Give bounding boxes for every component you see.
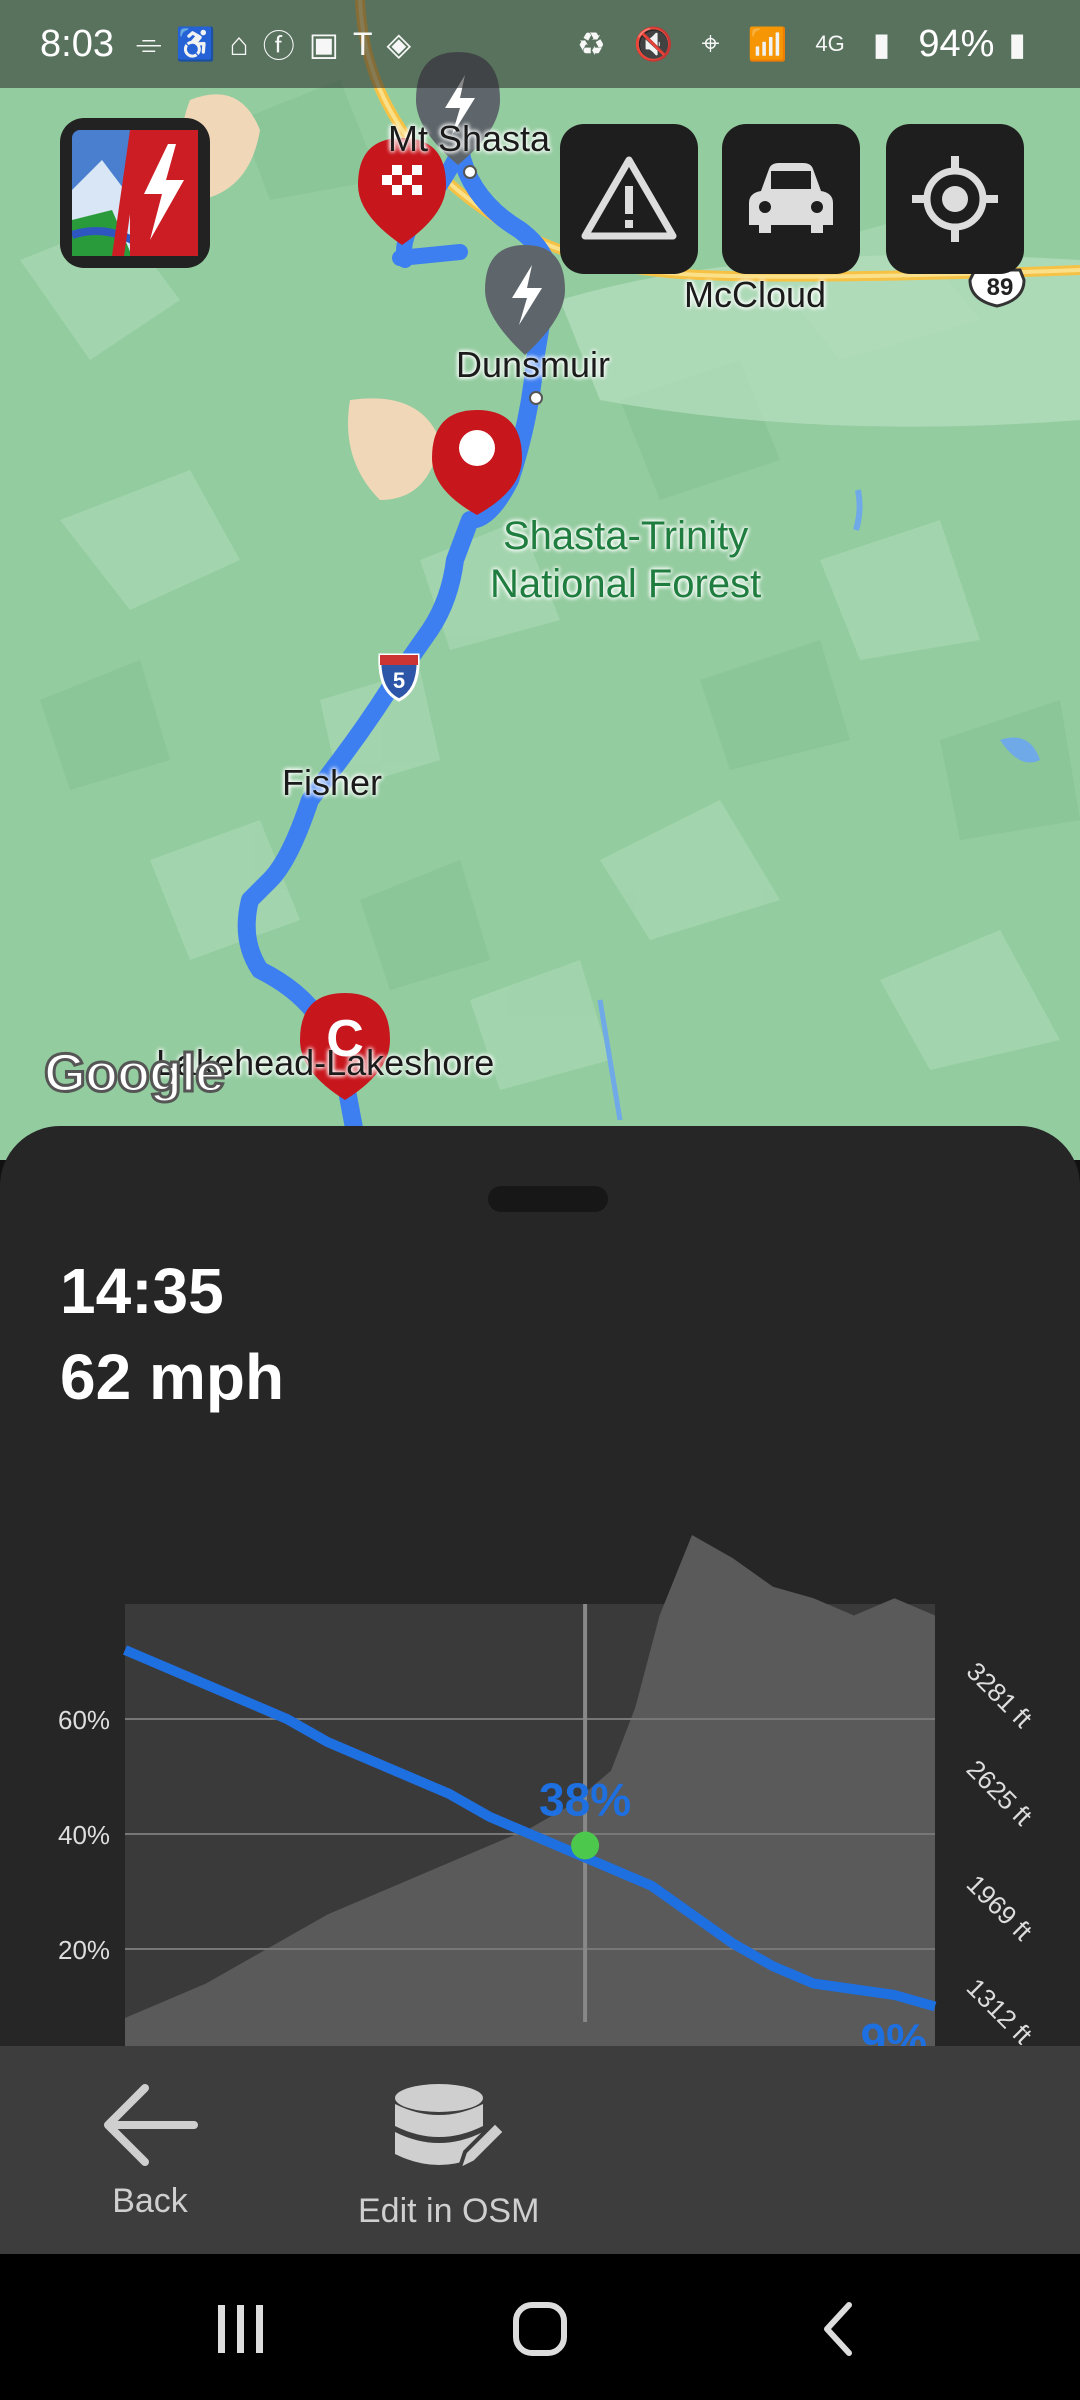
hwy-89-label: 89 bbox=[986, 274, 1014, 301]
eta-time: 14:35 bbox=[60, 1255, 224, 1327]
home-icon: ⌂ bbox=[229, 25, 249, 62]
system-back-button[interactable] bbox=[800, 2294, 880, 2364]
edit-in-osm-button[interactable]: Edit in OSM bbox=[358, 2080, 539, 2231]
recent-apps-icon bbox=[218, 2305, 263, 2353]
y-right-tick-label: 2625 ft bbox=[961, 1754, 1039, 1832]
voicemail-icon: ⌯ bbox=[135, 25, 162, 61]
map-label-mt-shasta: Mt Shasta bbox=[388, 118, 551, 159]
home-button[interactable] bbox=[500, 2294, 580, 2364]
map-label-fisher: Fisher bbox=[282, 762, 383, 803]
mute-icon: 🔇 bbox=[633, 26, 674, 62]
speed-display: 62 mph bbox=[60, 1341, 285, 1413]
elevation-battery-chart[interactable]: 60%40%20%3281 ft2625 ft1969 ft1312 ft0 f… bbox=[0, 1466, 1080, 2126]
back-label: Back bbox=[112, 2182, 188, 2220]
hazard-warning-button[interactable] bbox=[560, 124, 698, 274]
status-bar: 8:03 ⌯ ♿ ⌂ ⓕ ▣ T ◈ ♻ 🔇 ⌖ 📶 4G ▮ 94% ▮ bbox=[0, 0, 1080, 88]
gps-locate-icon bbox=[912, 156, 998, 242]
status-time: 8:03 bbox=[40, 22, 114, 65]
accessibility-icon: ♿ bbox=[175, 26, 216, 62]
back-button[interactable]: Back bbox=[100, 2080, 200, 2221]
action-bar: Back Edit in OSM bbox=[0, 2046, 1080, 2254]
map-label-mccloud: McCloud bbox=[684, 274, 827, 315]
route-info-sheet[interactable]: 14:35 62 mph 60% 40% 20% 3281 ft 2625 ft 1969… bbox=[0, 1126, 1080, 2110]
sheet-drag-handle[interactable] bbox=[488, 1186, 608, 1212]
chart-cursor-dot bbox=[571, 1831, 600, 1860]
network-type: 4G bbox=[815, 31, 845, 56]
y-right-tick-label: 1312 ft bbox=[961, 1972, 1039, 2050]
car-icon bbox=[749, 163, 833, 233]
google-attribution: Google bbox=[43, 1042, 227, 1105]
wifi-call-icon: 📶 bbox=[747, 26, 788, 62]
map-label-forest: Shasta-Trinity National Forest bbox=[490, 514, 762, 606]
y-left-tick-label: 40% bbox=[58, 1820, 110, 1850]
battery-level: 94% bbox=[918, 22, 995, 65]
app-logo[interactable] bbox=[60, 118, 210, 268]
tesla-icon: T bbox=[353, 25, 373, 62]
recycle-icon: ♻ bbox=[576, 26, 606, 62]
location-icon: ⌖ bbox=[701, 25, 720, 61]
y-right-tick-label: 1969 ft bbox=[961, 1869, 1039, 1947]
signal-icon: ▮ bbox=[872, 26, 891, 62]
cursor-value-label: 38% bbox=[539, 1774, 631, 1826]
recent-apps-button[interactable] bbox=[200, 2294, 280, 2364]
vehicle-button[interactable] bbox=[722, 124, 860, 274]
facebook-icon: ⓕ bbox=[262, 28, 295, 64]
home-nav-icon bbox=[513, 2302, 567, 2356]
hwy-5-label: 5 bbox=[392, 668, 406, 693]
charger-marker[interactable] bbox=[485, 245, 565, 355]
locate-button[interactable] bbox=[886, 124, 1024, 274]
y-right-tick-label: 3281 ft bbox=[961, 1656, 1039, 1734]
database-edit-icon bbox=[394, 2084, 508, 2174]
chevron-left-icon bbox=[824, 2302, 852, 2356]
warning-icon bbox=[581, 156, 677, 240]
battery-icon: ▮ bbox=[1008, 26, 1026, 62]
system-nav-bar bbox=[0, 2254, 1080, 2400]
map-label-dunsmuir: Dunsmuir bbox=[456, 344, 611, 385]
edit-in-osm-label: Edit in OSM bbox=[358, 2192, 540, 2230]
y-left-tick-label: 60% bbox=[58, 1705, 110, 1735]
y-left-tick-label: 20% bbox=[58, 1935, 110, 1965]
navigation-app-icon: ◈ bbox=[386, 26, 412, 62]
arrow-left-icon bbox=[104, 2084, 198, 2166]
waypoint-marker[interactable] bbox=[432, 410, 522, 515]
app-logo-icon bbox=[70, 130, 198, 256]
gallery-icon: ▣ bbox=[308, 26, 339, 62]
